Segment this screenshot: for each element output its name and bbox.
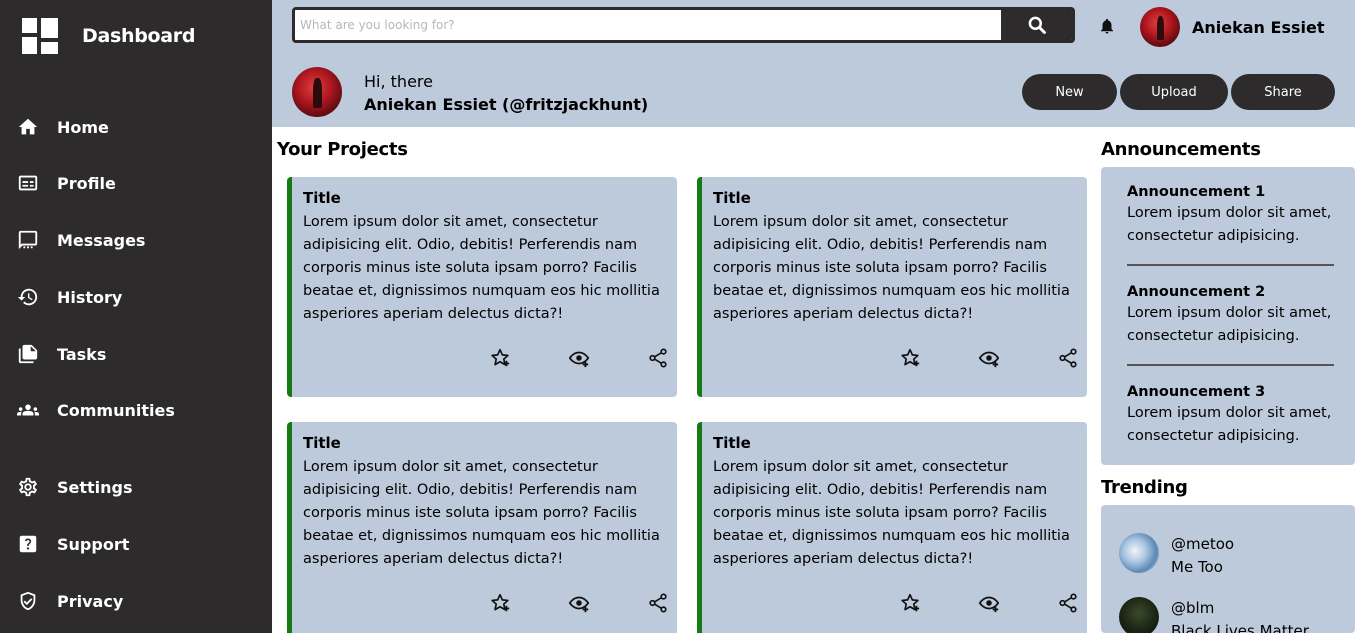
card-body: Lorem ipsum dolor sit amet, consectetur … [303,214,660,322]
announcement-title: Announcement 3 [1127,384,1266,400]
avatar[interactable] [1140,7,1180,47]
search-input[interactable] [295,10,1003,40]
id-card-icon [16,171,40,195]
trending-panel: @metoo Me Too @blm Black Lives Matter [1101,505,1355,633]
sidebar-item-tasks[interactable]: Tasks [16,342,106,366]
announcement-body: Lorem ipsum dolor sit amet, consectetur … [1127,305,1332,344]
trending-handle: @blm [1171,599,1215,617]
sidebar-item-communities[interactable]: Communities [16,398,175,422]
project-card: Title Lorem ipsum dolor sit amet, consec… [287,422,677,633]
profile-avatar [292,67,342,117]
trending-item[interactable]: @blm Black Lives Matter [1119,597,1309,633]
trending-name: Black Lives Matter [1171,622,1309,633]
star-add-icon[interactable] [899,347,923,371]
star-add-icon[interactable] [489,347,513,371]
people-icon [16,398,40,422]
search-bar [292,7,1075,43]
card-title: Title [303,189,341,207]
card-title: Title [713,189,751,207]
divider [1127,364,1334,366]
announcement-body: Lorem ipsum dolor sit amet, consectetur … [1127,205,1332,244]
trending-avatar [1119,533,1159,573]
star-add-icon[interactable] [899,592,923,616]
announcements-title: Announcements [1101,139,1261,160]
share-button[interactable]: Share [1231,74,1335,110]
documents-icon [16,342,40,366]
sidebar-item-history[interactable]: History [16,285,122,309]
sidebar: Dashboard Home Profile Messages History … [0,0,272,633]
sidebar-item-label: Settings [57,477,133,497]
sidebar-item-home[interactable]: Home [16,115,109,139]
trending-title: Trending [1101,477,1188,498]
greeting-name: Aniekan Essiet (@fritzjackhunt) [364,95,649,114]
header: Aniekan Essiet Hi, there Aniekan Essiet … [272,0,1355,127]
greeting-text: Hi, there [364,72,433,91]
announcement-item[interactable]: Announcement 3 Lorem ipsum dolor sit ame… [1127,384,1335,448]
sidebar-item-label: Profile [57,173,116,193]
bell-icon[interactable] [1098,17,1116,35]
card-body: Lorem ipsum dolor sit amet, consectetur … [713,459,1070,567]
search-icon [1028,16,1046,34]
upload-button[interactable]: Upload [1120,74,1228,110]
announcement-item[interactable]: Announcement 2 Lorem ipsum dolor sit ame… [1127,284,1335,348]
shield-icon [16,589,40,613]
sidebar-item-label: Messages [57,230,146,250]
new-button[interactable]: New [1022,74,1117,110]
card-body: Lorem ipsum dolor sit amet, consectetur … [303,459,660,567]
help-icon [16,532,40,556]
sidebar-item-profile[interactable]: Profile [16,171,116,195]
sidebar-item-messages[interactable]: Messages [16,228,145,252]
announcement-item[interactable]: Announcement 1 Lorem ipsum dolor sit ame… [1127,184,1335,248]
trending-item[interactable]: @metoo Me Too [1119,533,1234,579]
gear-icon [16,475,40,499]
search-button[interactable] [1001,10,1072,40]
trending-handle: @metoo [1171,535,1235,553]
home-icon [16,115,40,139]
brand-title: Dashboard [82,25,196,47]
star-add-icon[interactable] [489,592,513,616]
sidebar-item-settings[interactable]: Settings [16,475,133,499]
trending-avatar [1119,597,1159,633]
sidebar-item-label: Home [57,117,109,137]
watch-icon[interactable] [978,592,1002,616]
project-card: Title Lorem ipsum dolor sit amet, consec… [287,177,677,397]
share-icon[interactable] [647,592,671,616]
trending-name: Me Too [1171,558,1223,576]
watch-icon[interactable] [568,347,592,371]
watch-icon[interactable] [568,592,592,616]
announcement-title: Announcement 1 [1127,184,1266,200]
announcements-panel: Announcement 1 Lorem ipsum dolor sit ame… [1101,167,1355,465]
dashboard-logo-icon [22,18,58,54]
sidebar-item-support[interactable]: Support [16,532,129,556]
projects-title: Your Projects [277,139,408,160]
share-icon[interactable] [1057,592,1081,616]
watch-icon[interactable] [978,347,1002,371]
card-body: Lorem ipsum dolor sit amet, consectetur … [713,214,1070,322]
brand[interactable]: Dashboard [22,18,195,54]
sidebar-item-label: History [57,287,123,307]
project-card: Title Lorem ipsum dolor sit amet, consec… [697,422,1087,633]
sidebar-item-privacy[interactable]: Privacy [16,589,123,613]
sidebar-item-label: Support [57,534,130,554]
sidebar-item-label: Tasks [57,344,107,364]
history-icon [16,285,40,309]
share-icon[interactable] [1057,347,1081,371]
share-icon[interactable] [647,347,671,371]
announcement-body: Lorem ipsum dolor sit amet, consectetur … [1127,405,1332,444]
sidebar-item-label: Privacy [57,591,124,611]
project-card: Title Lorem ipsum dolor sit amet, consec… [697,177,1087,397]
user-name[interactable]: Aniekan Essiet [1192,18,1324,37]
divider [1127,264,1334,266]
chat-icon [16,228,40,252]
card-title: Title [713,434,751,452]
sidebar-item-label: Communities [57,400,175,420]
announcement-title: Announcement 2 [1127,284,1266,300]
card-title: Title [303,434,341,452]
